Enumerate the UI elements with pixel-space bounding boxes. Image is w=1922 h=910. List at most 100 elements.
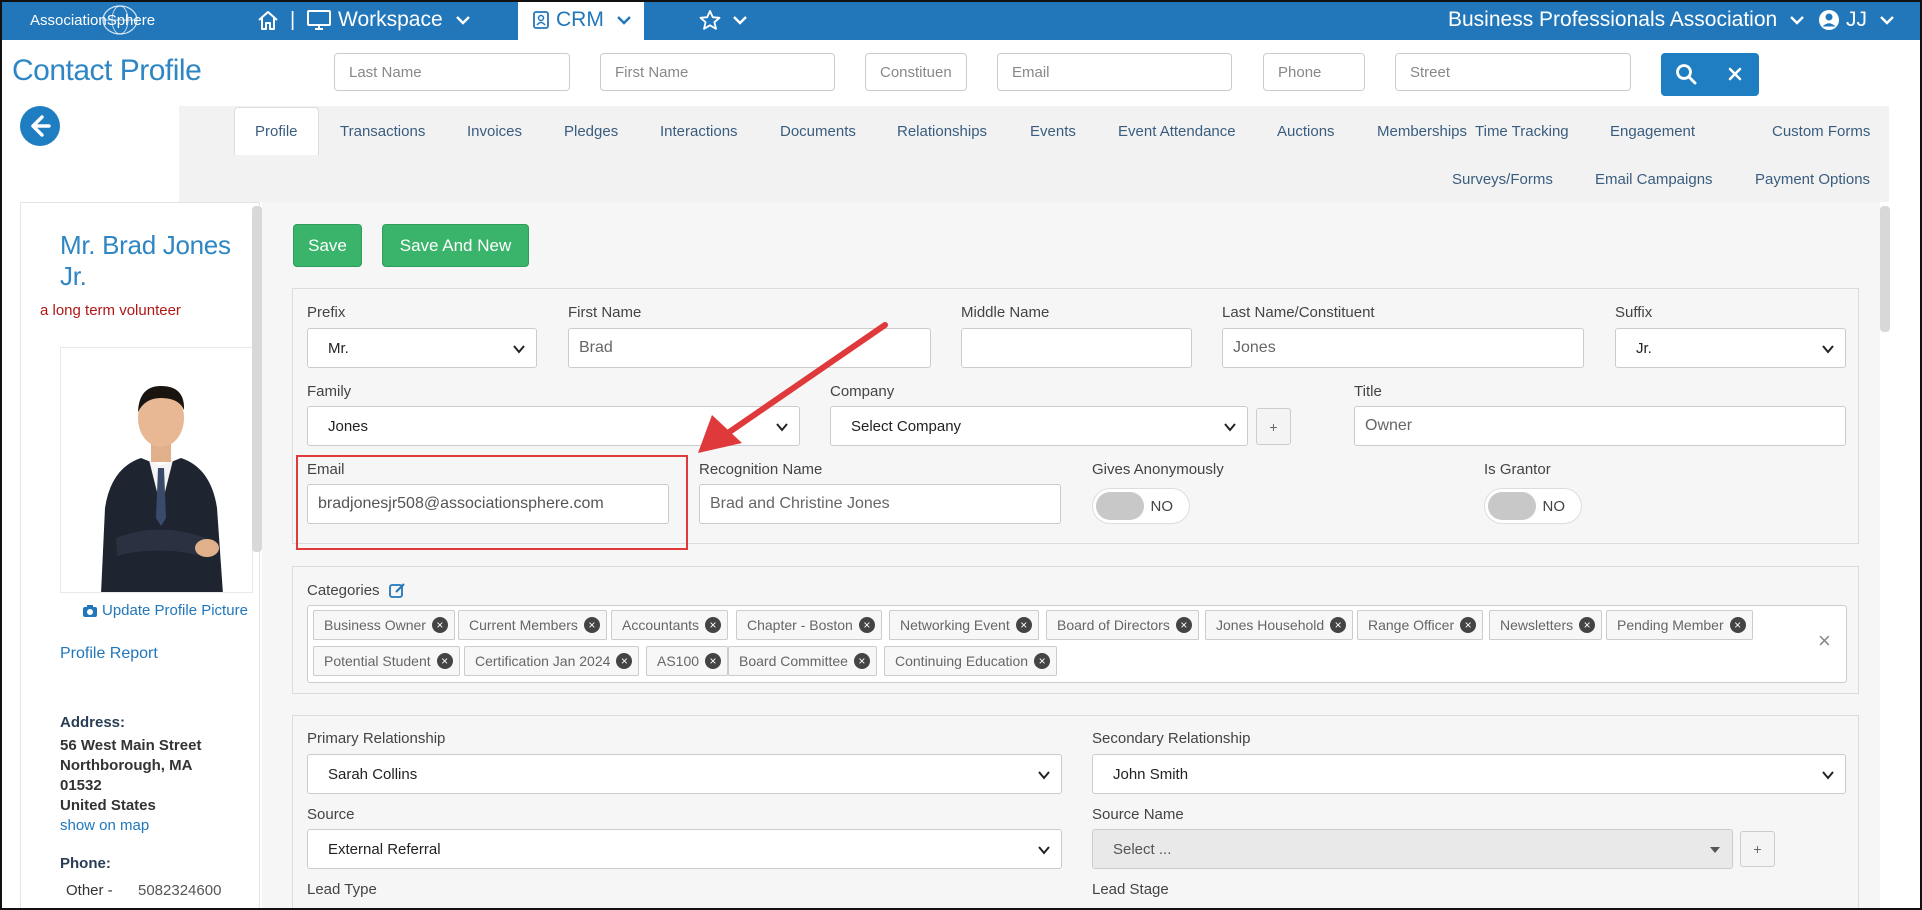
- category-chip[interactable]: Business Owner ×: [313, 610, 455, 640]
- is-grantor-toggle[interactable]: NO: [1484, 488, 1582, 524]
- category-chip[interactable]: Current Members ×: [458, 610, 607, 640]
- home-icon[interactable]: [256, 0, 280, 40]
- last-name-input[interactable]: Jones: [1222, 328, 1584, 368]
- category-chip[interactable]: Certification Jan 2024 ×: [464, 646, 640, 676]
- tab-engagement[interactable]: Engagement: [1610, 107, 1695, 155]
- primary-relationship-select[interactable]: Sarah Collins: [307, 754, 1062, 794]
- tab-event-attendance[interactable]: Event Attendance: [1118, 107, 1236, 155]
- secondary-relationship-value: John Smith: [1113, 765, 1189, 783]
- app-logo[interactable]: AssociationSphere: [30, 0, 155, 40]
- remove-category-icon[interactable]: ×: [583, 617, 600, 633]
- tab-pledges[interactable]: Pledges: [564, 107, 618, 155]
- top-navigation-bar: AssociationSphere | Workspace CRM Busine…: [0, 0, 1922, 40]
- family-value: Jones: [328, 417, 369, 435]
- source-select[interactable]: External Referral: [307, 829, 1062, 869]
- user-initials: JJ: [1846, 8, 1867, 31]
- tab-transactions[interactable]: Transactions: [340, 107, 425, 155]
- tab-documents[interactable]: Documents: [780, 107, 856, 155]
- search-email-input[interactable]: [997, 53, 1232, 91]
- suffix-select[interactable]: Jr.: [1615, 328, 1846, 368]
- gives-anonymously-toggle[interactable]: NO: [1092, 488, 1190, 524]
- profile-report-link[interactable]: Profile Report: [60, 645, 158, 663]
- save-button[interactable]: Save: [293, 224, 362, 267]
- tab-email-campaigns[interactable]: Email Campaigns: [1595, 155, 1713, 203]
- contact-name-line2: Jr.: [60, 261, 87, 291]
- sidebar-scrollbar[interactable]: [252, 206, 262, 552]
- caret-down-icon: [1710, 847, 1720, 853]
- tab-surveys-forms[interactable]: Surveys/Forms: [1452, 155, 1553, 203]
- tab-invoices[interactable]: Invoices: [467, 107, 522, 155]
- remove-category-icon[interactable]: ×: [1015, 617, 1032, 633]
- category-chip[interactable]: AS100 ×: [646, 646, 729, 676]
- category-chip[interactable]: Continuing Education ×: [884, 646, 1058, 676]
- remove-category-icon[interactable]: ×: [705, 653, 722, 669]
- remove-category-icon[interactable]: ×: [1034, 653, 1051, 669]
- tab-interactions[interactable]: Interactions: [660, 107, 738, 155]
- show-on-map-link[interactable]: show on map: [60, 817, 149, 834]
- organization-menu[interactable]: Business Professionals Association: [1448, 0, 1805, 40]
- tab-custom-forms[interactable]: Custom Forms: [1772, 107, 1870, 155]
- user-menu[interactable]: JJ: [1818, 0, 1895, 40]
- remove-category-icon[interactable]: ×: [705, 617, 722, 633]
- middle-name-input[interactable]: [961, 328, 1192, 368]
- search-last-name-input[interactable]: [334, 53, 570, 91]
- prefix-select[interactable]: Mr.: [307, 328, 537, 368]
- clear-search-icon[interactable]: [1727, 66, 1743, 87]
- remove-category-icon[interactable]: ×: [436, 653, 453, 669]
- category-chip[interactable]: Board of Directors ×: [1046, 610, 1199, 640]
- tab-memberships[interactable]: Memberships: [1377, 107, 1467, 155]
- tab-events[interactable]: Events: [1030, 107, 1076, 155]
- recognition-name-input[interactable]: Brad and Christine Jones: [699, 484, 1061, 524]
- address-line4: United States: [60, 797, 156, 814]
- tab-auctions[interactable]: Auctions: [1277, 107, 1335, 155]
- category-chip[interactable]: Jones Household ×: [1205, 610, 1354, 640]
- category-chip[interactable]: Accountants ×: [611, 610, 729, 640]
- add-company-button[interactable]: +: [1256, 408, 1291, 445]
- remove-category-icon[interactable]: ×: [1460, 617, 1477, 633]
- secondary-relationship-select[interactable]: John Smith: [1092, 754, 1846, 794]
- category-chip[interactable]: Range Officer ×: [1357, 610, 1484, 640]
- category-chip[interactable]: Potential Student ×: [313, 646, 460, 676]
- tab-profile[interactable]: Profile: [234, 107, 319, 155]
- content-scrollbar[interactable]: [1880, 206, 1890, 332]
- category-chip[interactable]: Newsletters ×: [1489, 610, 1603, 640]
- search-street-input[interactable]: [1395, 53, 1631, 91]
- search-icon[interactable]: [1675, 63, 1697, 90]
- category-chip[interactable]: Board Committee ×: [728, 646, 877, 676]
- remove-category-icon[interactable]: ×: [1175, 617, 1192, 633]
- remove-category-icon[interactable]: ×: [1579, 617, 1596, 633]
- user-avatar-icon: [1819, 10, 1839, 30]
- crm-menu[interactable]: CRM: [518, 0, 644, 40]
- lead-stage-label: Lead Stage: [1092, 881, 1169, 898]
- tab-payment-options[interactable]: Payment Options: [1755, 155, 1870, 203]
- add-source-name-button[interactable]: +: [1740, 831, 1775, 867]
- source-name-select[interactable]: Select ...: [1092, 829, 1733, 869]
- search-constituent-input[interactable]: [865, 53, 967, 91]
- workspace-menu[interactable]: Workspace: [306, 0, 471, 40]
- source-value: External Referral: [328, 840, 441, 858]
- tab-relationships[interactable]: Relationships: [897, 107, 987, 155]
- update-profile-picture-link[interactable]: Update Profile Picture: [82, 602, 248, 619]
- remove-category-icon[interactable]: ×: [616, 653, 633, 669]
- remove-category-icon[interactable]: ×: [1729, 617, 1746, 633]
- favorites-menu[interactable]: [698, 0, 748, 40]
- back-arrow-icon[interactable]: [20, 106, 60, 146]
- clear-categories-icon[interactable]: ×: [1818, 628, 1831, 654]
- title-input[interactable]: Owner: [1354, 406, 1846, 446]
- search-phone-input[interactable]: [1263, 53, 1365, 91]
- address-line1: 56 West Main Street: [60, 737, 202, 754]
- globe-logo-icon: [102, 5, 138, 35]
- search-first-name-input[interactable]: [600, 53, 835, 91]
- remove-category-icon[interactable]: ×: [431, 617, 448, 633]
- save-and-new-button[interactable]: Save And New: [382, 224, 529, 267]
- category-chip[interactable]: Chapter - Boston ×: [736, 610, 882, 640]
- remove-category-icon[interactable]: ×: [1330, 617, 1347, 633]
- middle-name-label: Middle Name: [961, 304, 1050, 321]
- edit-categories-icon[interactable]: [388, 581, 406, 599]
- tab-time-tracking[interactable]: Time Tracking: [1475, 107, 1569, 155]
- category-chip[interactable]: Networking Event ×: [889, 610, 1039, 640]
- remove-category-icon[interactable]: ×: [858, 617, 875, 633]
- remove-category-icon[interactable]: ×: [853, 653, 870, 669]
- chevron-down-icon: [1038, 771, 1050, 780]
- category-chip[interactable]: Pending Member ×: [1606, 610, 1753, 640]
